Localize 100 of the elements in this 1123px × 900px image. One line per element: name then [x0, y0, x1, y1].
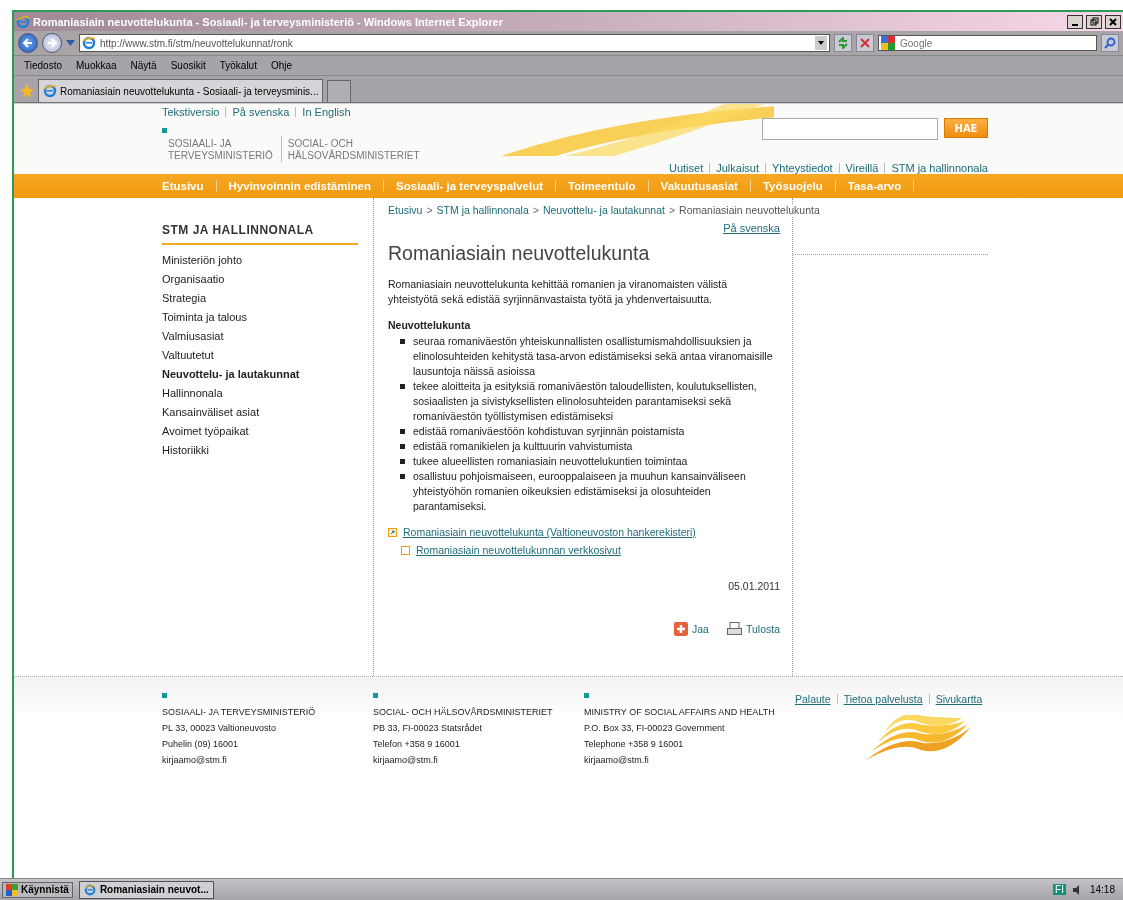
restore-button[interactable] — [1086, 14, 1102, 29]
sidebar-item[interactable]: Toiminta ja talous — [162, 308, 358, 327]
link-square-icon — [401, 545, 410, 555]
new-tab-button[interactable] — [327, 80, 352, 102]
language-indicator[interactable]: FI — [1053, 884, 1066, 895]
footer-text: Telephone +358 9 16001 — [584, 738, 685, 751]
menu-item[interactable]: Työkalut — [213, 60, 263, 71]
intro-paragraph: Romaniasiain neuvottelukunta kehittää romanien ja viranomaisten välistä yhteistyötä sekä edistää syrjinnänvastaista työtä ja yhdenvertaisuutta. — [388, 277, 729, 307]
restore-icon — [1089, 17, 1099, 26]
list-item-text: edistää romanikielen ja kulttuurin vahvistumista — [413, 439, 633, 454]
ie-logo-icon — [16, 14, 30, 29]
close-button[interactable] — [1105, 14, 1121, 29]
menu-item[interactable]: Suosikit — [164, 60, 212, 71]
footer-link[interactable]: Palaute — [795, 693, 831, 705]
breadcrumb-separator: > — [668, 204, 676, 216]
sidebar-item[interactable]: Historiikki — [162, 441, 358, 460]
clock: 14:18 — [1089, 884, 1115, 895]
share-link[interactable]: Jaa — [674, 622, 709, 636]
utility-link[interactable]: Julkaisut — [716, 162, 759, 174]
back-button[interactable] — [18, 33, 38, 53]
breadcrumb-current: Romaniasiain neuvottelukunta — [679, 204, 820, 216]
date-text: 05.01.2011 — [727, 580, 780, 592]
external-link-icon — [388, 527, 397, 537]
top-link[interactable]: Tekstiversio — [162, 106, 220, 118]
bullet-icon — [400, 474, 405, 479]
bullet-icon — [400, 444, 405, 449]
sidebar-item[interactable]: Valtuutetut — [162, 346, 358, 365]
sidebar-item[interactable]: Neuvottelu- ja lautakunnat — [162, 365, 358, 384]
breadcrumb-separator: > — [426, 204, 433, 216]
breadcrumb-link[interactable]: Etusivu — [388, 204, 423, 216]
language-link[interactable]: På svenska — [723, 222, 780, 234]
address-field[interactable]: http://www.stm.fi/stm/neuvottelukunnat/ronk — [79, 34, 830, 52]
favorites-star-icon[interactable] — [20, 84, 34, 98]
utility-link[interactable]: Vireillä — [845, 162, 879, 174]
plus-icon — [674, 622, 688, 636]
footer-square-icon — [373, 693, 378, 698]
dropdown-icon[interactable] — [815, 36, 827, 50]
list-item-text: osallistuu pohjoismaiseen, eurooppalaiseen ja muuhun kansainväliseen yhteistyöhön romanien oikeuksien edistämiseksi ja olosuhteiden parantamiseksi. — [413, 469, 747, 514]
utility-link[interactable]: Uutiset — [668, 162, 704, 174]
menu-item[interactable]: Muokkaa — [70, 60, 123, 71]
list-item-text: edistää romaniväestöön kohdistuvan syrjinnän poistamista — [413, 424, 685, 439]
printer-icon — [726, 622, 742, 636]
footer-text: SOSIAALI- JA TERVEYSMINISTERIÖ — [162, 706, 317, 719]
utility-link[interactable]: STM ja hallinnonala — [891, 162, 988, 174]
related-link[interactable]: Romaniasiain neuvottelukunta (Valtioneuvoston hankerekisteri) — [403, 526, 696, 538]
menu-item[interactable]: Ohje — [264, 60, 299, 71]
top-link[interactable]: På svenska — [232, 106, 290, 118]
bullet-icon — [400, 384, 405, 389]
footer-text: PB 33, FI-00023 Statsrådet — [373, 722, 484, 735]
sidebar-item[interactable]: Ministeriön johto — [162, 251, 358, 270]
search-icon — [1104, 37, 1116, 49]
search-button[interactable] — [1101, 34, 1119, 52]
footer-text: kirjaamo@stm.fi — [584, 754, 650, 767]
forward-arrow-icon — [46, 37, 58, 49]
bullet-icon — [400, 459, 405, 464]
bullet-icon — [400, 339, 405, 344]
sidebar-item[interactable]: Valmiusasiat — [162, 327, 358, 346]
footer-text: Telefon +358 9 16001 — [373, 738, 461, 751]
sidebar-item[interactable]: Kansainväliset asiat — [162, 403, 358, 422]
footer-text: kirjaamo@stm.fi — [162, 754, 228, 767]
stop-button[interactable] — [856, 34, 874, 52]
list-item-text: tukee alueellisten romaniasiain neuvottelukuntien toimintaa — [413, 454, 688, 469]
footer-link[interactable]: Sivukartta — [935, 693, 983, 705]
forward-button[interactable] — [42, 33, 62, 53]
logo-text: SOSIAALI- JA TERVEYSMINISTERIÖ — [167, 137, 274, 162]
back-arrow-icon — [22, 37, 34, 49]
windows-logo-icon — [6, 883, 18, 896]
print-link[interactable]: Tulosta — [726, 622, 780, 636]
top-link[interactable]: In English — [302, 106, 351, 118]
page-heading: Romaniasiain neuvottelukunta — [388, 242, 651, 265]
start-button[interactable]: Käynnistä — [2, 881, 73, 898]
refresh-icon — [837, 37, 849, 49]
breadcrumb-link[interactable]: STM ja hallinnonala — [436, 204, 529, 216]
section-heading: Neuvottelukunta — [388, 319, 472, 331]
page-icon — [82, 36, 96, 50]
sidebar-item[interactable]: Hallinnonala — [162, 384, 358, 403]
window-title: Romaniasiain neuvottelukunta - Sosiaali- ja terveysministeriö - Windows Internet Explorer — [33, 15, 504, 28]
sidebar-item[interactable]: Avoimet työpaikat — [162, 422, 358, 441]
minimize-icon — [1072, 23, 1078, 26]
site-search-field[interactable] — [762, 118, 938, 140]
menu-item[interactable]: Tiedosto — [18, 60, 68, 71]
menu-item[interactable]: Näytä — [124, 60, 163, 71]
footer-text: SOCIAL- OCH HÄLSOVÅRDSMINISTERIET — [373, 706, 554, 719]
browser-tab[interactable]: Romaniasiain neuvottelukunta - Sosiaali- ja terveysminis... — [38, 79, 324, 102]
dropdown-arrow-icon[interactable] — [66, 40, 75, 46]
stop-icon — [860, 38, 870, 48]
sidebar-title: STM JA HALLINNONALA — [162, 218, 358, 245]
logo-text: SOCIAL- OCH HÄLSOVÅRDSMINISTERIET — [280, 136, 428, 162]
breadcrumb-link[interactable]: Neuvottelu- ja lautakunnat — [542, 204, 665, 216]
utility-link[interactable]: Yhteystiedot — [772, 162, 833, 174]
minimize-button[interactable] — [1067, 14, 1083, 29]
taskbar-button[interactable]: Romaniasiain neuvot... — [78, 880, 214, 899]
bullet-icon — [400, 429, 405, 434]
footer-square-icon — [162, 693, 167, 698]
footer-text: kirjaamo@stm.fi — [373, 754, 439, 767]
footer-link[interactable]: Tietoa palvelusta — [843, 693, 923, 705]
sidebar-item[interactable]: Strategia — [162, 289, 358, 308]
sidebar-item[interactable]: Organisaatio — [162, 270, 358, 289]
related-link[interactable]: Romaniasiain neuvottelukunnan verkkosivut — [416, 544, 621, 556]
footer-text: MINISTRY OF SOCIAL AFFAIRS AND HEALTH — [584, 706, 776, 719]
